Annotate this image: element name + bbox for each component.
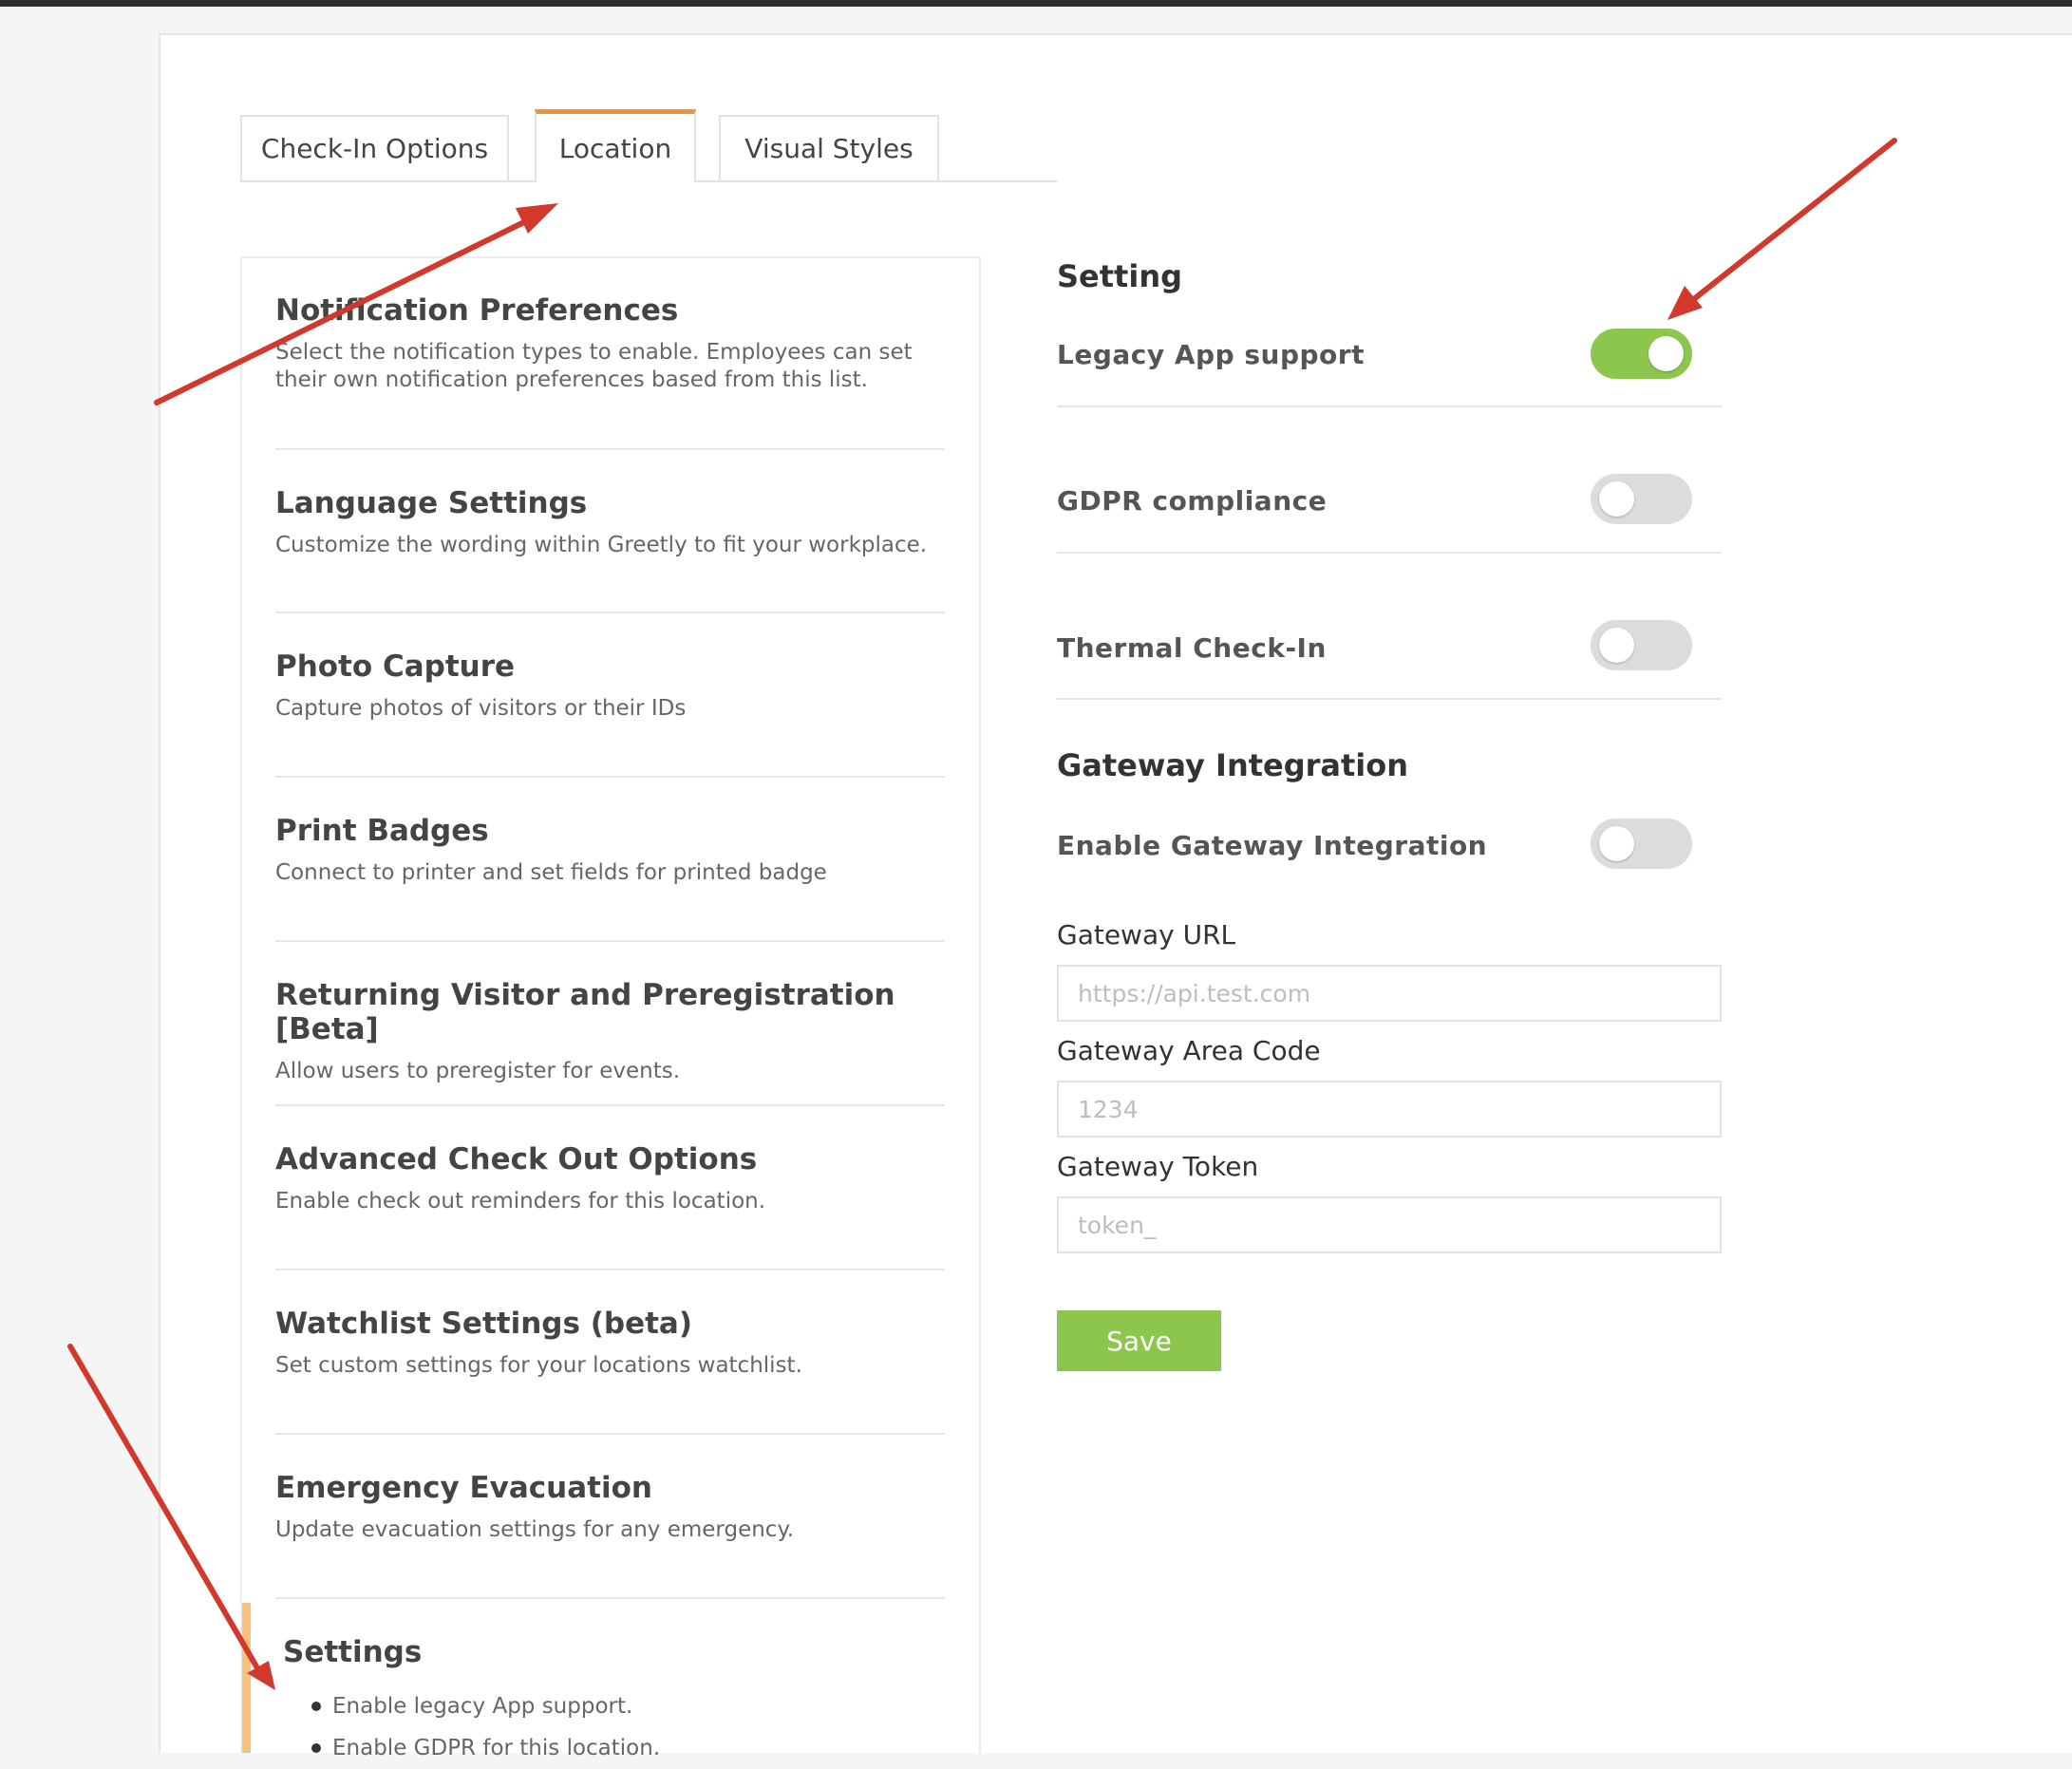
- menu-item-description: Connect to printer and set fields for pr…: [275, 860, 827, 885]
- gateway-url-label: Gateway URL: [1057, 919, 1236, 950]
- menu-item-advanced-check-out[interactable]: Advanced Check Out Options Enable check …: [275, 1142, 945, 1215]
- menu-divider: [275, 776, 945, 778]
- menu-item-settings[interactable]: Settings: [283, 1635, 422, 1669]
- gateway-token-input[interactable]: [1057, 1196, 1722, 1253]
- menu-divider: [275, 1433, 945, 1435]
- menu-item-description: Customize the wording within Greetly to …: [275, 533, 928, 557]
- menu-item-description: Capture photos of visitors or their IDs: [275, 696, 687, 721]
- toggle-knob: [1648, 336, 1684, 371]
- menu-item-title: Emergency Evacuation: [275, 1471, 652, 1505]
- gdpr-compliance-label: GDPR compliance: [1057, 485, 1328, 517]
- thermal-check-in-toggle[interactable]: [1591, 620, 1692, 670]
- tab-bar: Check-In Options Location Visual Styles: [240, 109, 1057, 182]
- gateway-area-code-label: Gateway Area Code: [1057, 1035, 1321, 1066]
- legacy-app-support-label: Legacy App support: [1057, 339, 1365, 370]
- menu-item-title: Notification Preferences: [275, 293, 679, 328]
- settings-menu: Notification Preferences Select the noti…: [240, 256, 981, 1753]
- menu-item-title: Language Settings: [275, 486, 588, 520]
- toggle-knob: [1599, 628, 1634, 663]
- active-item-indicator: [242, 1603, 251, 1753]
- menu-item-print-badges[interactable]: Print Badges Connect to printer and set …: [275, 814, 945, 887]
- gateway-area-code-input[interactable]: [1057, 1081, 1722, 1138]
- toggle-knob: [1599, 826, 1634, 861]
- tab-label: Check-In Options: [260, 133, 489, 164]
- tab-label: Visual Styles: [744, 133, 914, 164]
- menu-item-description: Allow users to preregister for events.: [275, 1059, 681, 1083]
- menu-item-title: Print Badges: [275, 814, 489, 848]
- row-divider: [1057, 552, 1722, 554]
- menu-divider: [275, 940, 945, 942]
- menu-item-description: Select the notification types to enable.…: [275, 340, 913, 392]
- gdpr-compliance-toggle[interactable]: [1591, 474, 1692, 524]
- tab-location[interactable]: Location: [535, 109, 696, 182]
- menu-divider: [275, 1269, 945, 1270]
- gateway-token-label: Gateway Token: [1057, 1151, 1259, 1182]
- menu-item-description: Update evacuation settings for any emerg…: [275, 1517, 795, 1542]
- menu-item-description: Set custom settings for your locations w…: [275, 1353, 802, 1378]
- enable-gateway-toggle[interactable]: [1591, 819, 1692, 869]
- menu-divider: [275, 1597, 945, 1599]
- menu-item-language-settings[interactable]: Language Settings Customize the wording …: [275, 486, 945, 559]
- legacy-app-support-toggle[interactable]: [1591, 329, 1692, 379]
- menu-item-returning-visitor[interactable]: Returning Visitor and Preregistration [B…: [275, 978, 945, 1085]
- menu-divider: [275, 612, 945, 613]
- menu-item-description: Enable check out reminders for this loca…: [275, 1189, 766, 1214]
- bullet-item: Enable legacy App support.: [311, 1685, 660, 1727]
- thermal-check-in-label: Thermal Check-In: [1057, 632, 1327, 664]
- top-bar: [0, 0, 2072, 7]
- tab-check-in-options[interactable]: Check-In Options: [240, 115, 509, 180]
- menu-item-photo-capture[interactable]: Photo Capture Capture photos of visitors…: [275, 649, 945, 723]
- row-divider: [1057, 405, 1722, 407]
- gateway-url-input[interactable]: [1057, 965, 1722, 1022]
- tab-visual-styles[interactable]: Visual Styles: [719, 115, 939, 180]
- menu-divider: [275, 1104, 945, 1106]
- menu-item-title: Photo Capture: [275, 649, 516, 684]
- tab-label: Location: [558, 132, 672, 164]
- menu-item-watchlist-settings[interactable]: Watchlist Settings (beta) Set custom set…: [275, 1307, 945, 1380]
- enable-gateway-label: Enable Gateway Integration: [1057, 830, 1488, 861]
- toggle-knob: [1599, 481, 1634, 517]
- menu-item-title: Watchlist Settings (beta): [275, 1307, 692, 1341]
- menu-item-emergency-evacuation[interactable]: Emergency Evacuation Update evacuation s…: [275, 1471, 945, 1544]
- menu-item-title: Advanced Check Out Options: [275, 1142, 758, 1176]
- menu-divider: [275, 448, 945, 450]
- row-divider: [1057, 698, 1722, 700]
- menu-item-notification-preferences[interactable]: Notification Preferences Select the noti…: [275, 293, 945, 394]
- setting-heading: Setting: [1057, 258, 1182, 294]
- settings-bullet-list: Enable legacy App support. Enable GDPR f…: [311, 1685, 660, 1769]
- bullet-item: Enable GDPR for this location.: [311, 1727, 660, 1769]
- save-button[interactable]: Save: [1057, 1310, 1221, 1371]
- gateway-integration-heading: Gateway Integration: [1057, 747, 1409, 783]
- menu-item-title: Returning Visitor and Preregistration [B…: [275, 978, 895, 1046]
